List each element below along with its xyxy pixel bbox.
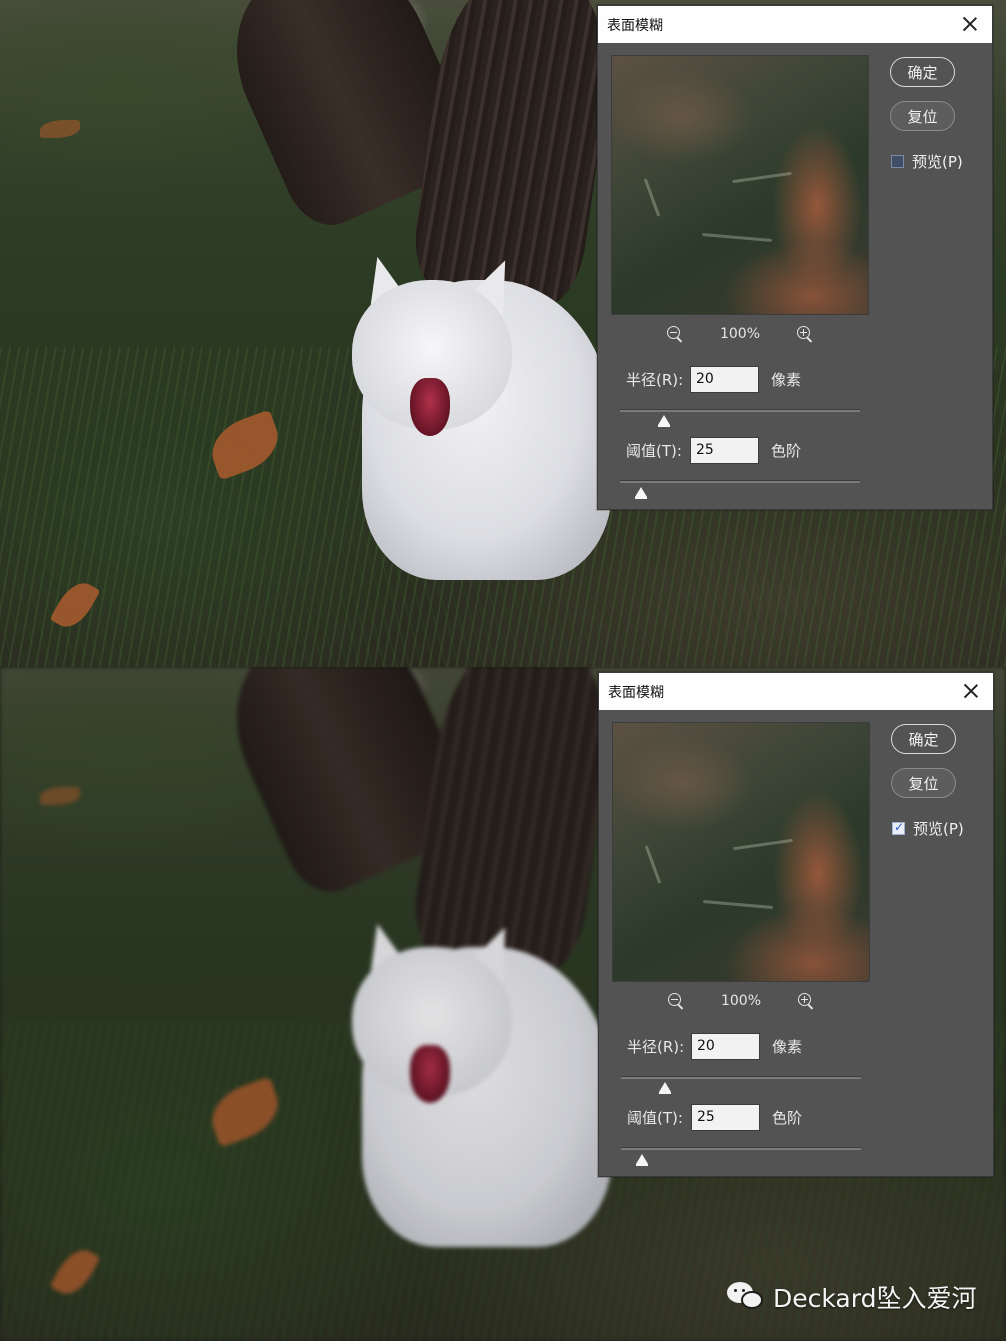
zoom-level: 100% bbox=[719, 326, 761, 342]
radius-slider-track[interactable] bbox=[620, 409, 860, 412]
wechat-icon bbox=[727, 1282, 765, 1312]
dialog-titlebar: 表面模糊 bbox=[599, 673, 993, 710]
threshold-unit: 色阶 bbox=[772, 1109, 803, 1127]
zoom-controls: 100% bbox=[611, 322, 869, 346]
radius-slider-thumb[interactable] bbox=[659, 1082, 671, 1094]
radius-input[interactable]: 20 bbox=[691, 1033, 760, 1060]
threshold-label: 阈值(T): bbox=[627, 1109, 683, 1127]
surface-blur-dialog: 表面模糊 100% 半径(R): 20 像素 阈值(T): 25 色阶 确定 复… bbox=[597, 5, 993, 510]
bottom-photo-panel: 表面模糊 100% 半径(R): 20 像素 阈值(T): 25 色阶 确定 复… bbox=[0, 667, 1006, 1341]
close-icon[interactable] bbox=[959, 679, 983, 703]
threshold-row: 阈值(T): 25 色阶 bbox=[626, 437, 801, 464]
radius-unit: 像素 bbox=[771, 371, 802, 389]
dialog-titlebar: 表面模糊 bbox=[598, 6, 992, 43]
dialog-title: 表面模糊 bbox=[608, 684, 664, 701]
radius-row: 半径(R): 20 像素 bbox=[627, 1033, 802, 1060]
checkbox-unchecked-icon[interactable] bbox=[891, 155, 904, 168]
surface-blur-dialog: 表面模糊 100% 半径(R): 20 像素 阈值(T): 25 色阶 确定 复… bbox=[598, 672, 994, 1177]
filter-preview-image[interactable] bbox=[612, 722, 870, 982]
preview-checkbox[interactable]: 预览(P) bbox=[892, 818, 964, 839]
radius-row: 半径(R): 20 像素 bbox=[626, 366, 801, 393]
watermark: Deckard坠入爱河 bbox=[727, 1279, 976, 1315]
radius-label: 半径(R): bbox=[626, 371, 684, 389]
zoom-controls: 100% bbox=[612, 989, 870, 1013]
reset-button[interactable]: 复位 bbox=[891, 768, 956, 798]
preview-checkbox-label: 预览(P) bbox=[913, 820, 964, 838]
ok-button[interactable]: 确定 bbox=[890, 57, 955, 87]
threshold-slider-track[interactable] bbox=[620, 480, 860, 483]
watermark-text: Deckard坠入爱河 bbox=[773, 1284, 977, 1313]
threshold-slider-thumb[interactable] bbox=[636, 1154, 648, 1166]
filter-preview-image[interactable] bbox=[611, 55, 869, 315]
threshold-unit: 色阶 bbox=[771, 442, 802, 460]
zoom-in-icon[interactable] bbox=[797, 992, 815, 1010]
threshold-slider-track[interactable] bbox=[621, 1147, 861, 1150]
white-cat bbox=[352, 250, 612, 590]
radius-unit: 像素 bbox=[772, 1038, 803, 1056]
threshold-slider-thumb[interactable] bbox=[635, 487, 647, 499]
threshold-row: 阈值(T): 25 色阶 bbox=[627, 1104, 802, 1131]
threshold-label: 阈值(T): bbox=[626, 442, 682, 460]
reset-button[interactable]: 复位 bbox=[890, 101, 955, 131]
zoom-out-icon[interactable] bbox=[666, 325, 684, 343]
autumn-leaf bbox=[40, 787, 80, 805]
radius-slider-thumb[interactable] bbox=[658, 415, 670, 427]
zoom-out-icon[interactable] bbox=[667, 992, 685, 1010]
threshold-input[interactable]: 25 bbox=[690, 437, 759, 464]
top-photo-panel: 表面模糊 100% 半径(R): 20 像素 阈值(T): 25 色阶 确定 复… bbox=[0, 0, 1006, 667]
checkbox-checked-icon[interactable] bbox=[892, 820, 905, 835]
ok-button[interactable]: 确定 bbox=[891, 724, 956, 754]
radius-slider-track[interactable] bbox=[621, 1076, 861, 1079]
autumn-leaf bbox=[40, 120, 80, 138]
radius-label: 半径(R): bbox=[627, 1038, 685, 1056]
zoom-in-icon[interactable] bbox=[796, 325, 814, 343]
radius-input[interactable]: 20 bbox=[690, 366, 759, 393]
threshold-input[interactable]: 25 bbox=[691, 1104, 760, 1131]
close-icon[interactable] bbox=[958, 12, 982, 36]
white-cat bbox=[352, 917, 612, 1257]
dialog-title: 表面模糊 bbox=[607, 17, 663, 34]
zoom-level: 100% bbox=[720, 993, 762, 1009]
preview-checkbox[interactable]: 预览(P) bbox=[891, 151, 963, 172]
preview-checkbox-label: 预览(P) bbox=[912, 153, 963, 171]
